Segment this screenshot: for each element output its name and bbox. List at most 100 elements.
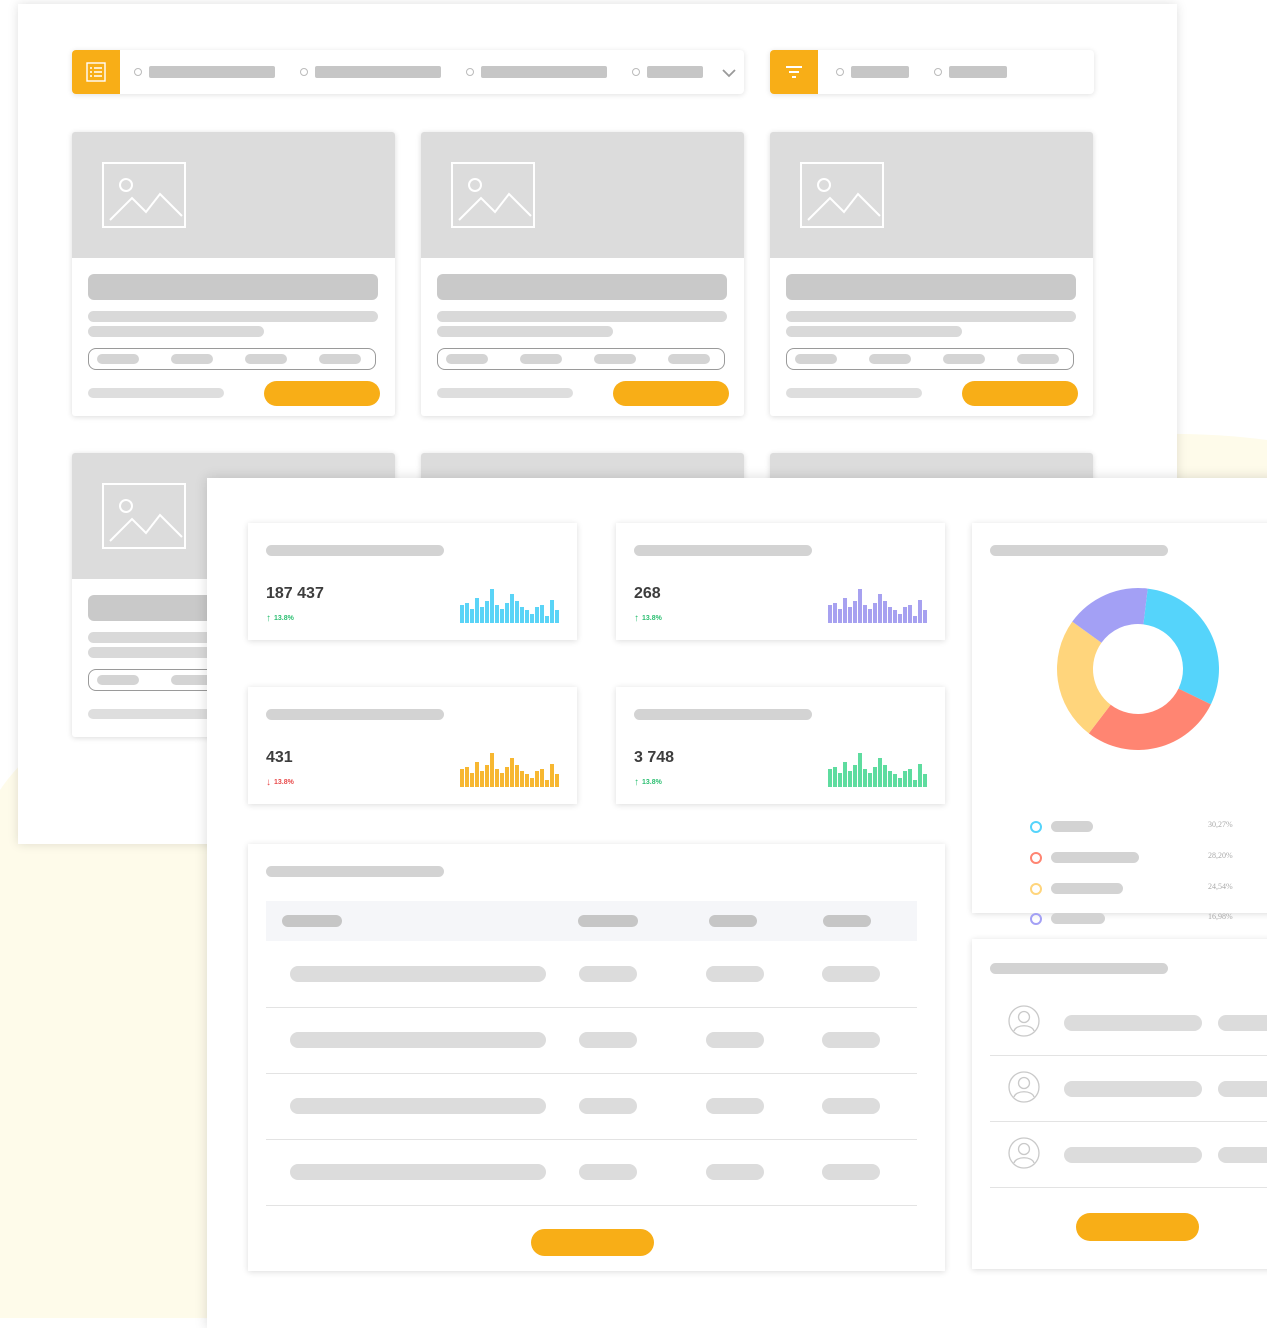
sparkline-bar	[853, 765, 857, 787]
product-card[interactable]	[72, 132, 395, 416]
donut-chart	[1057, 588, 1219, 750]
sort-option[interactable]	[466, 66, 607, 78]
sparkline-bar	[833, 603, 837, 623]
user-row[interactable]	[990, 1055, 1267, 1122]
filter-toolbar	[770, 50, 1094, 94]
sparkline-bar	[470, 773, 474, 787]
chevron-down-icon[interactable]	[722, 68, 736, 78]
product-description	[88, 311, 378, 322]
stat-delta: ↑ 13.8%	[634, 613, 662, 624]
product-title	[437, 274, 727, 300]
buy-button[interactable]	[962, 381, 1078, 406]
panel-title	[990, 545, 1168, 556]
sparkline-bar	[833, 767, 837, 787]
sort-option[interactable]	[300, 66, 441, 78]
table-row[interactable]	[266, 941, 917, 1008]
user-icon	[1008, 1071, 1040, 1103]
table-row[interactable]	[266, 1073, 917, 1140]
table-row[interactable]	[266, 1139, 917, 1206]
table-panel	[248, 844, 945, 1271]
dashboard-window: 187 437 ↑ 13.8% 268 ↑ 13.8% 431 ↓ 13.8% …	[207, 478, 1267, 1328]
stat-value: 3 748	[634, 749, 675, 766]
sparkline-bar	[898, 614, 902, 623]
legend-label	[1051, 883, 1123, 894]
sort-option[interactable]	[632, 66, 703, 78]
donut-slice	[1143, 588, 1219, 705]
sparkline-bar	[545, 780, 549, 787]
product-image	[770, 132, 1093, 258]
user-row[interactable]	[990, 1121, 1267, 1188]
column-header[interactable]	[282, 915, 342, 927]
legend-percent: 24,54%	[1208, 882, 1233, 891]
view-toolbar	[72, 50, 744, 94]
view-all-users-button[interactable]	[1076, 1213, 1199, 1241]
stat-value: 431	[266, 749, 293, 766]
product-price	[88, 709, 224, 719]
arrow-up-icon: ↑	[634, 613, 639, 624]
sparkline-bar	[475, 762, 479, 787]
product-specs	[786, 348, 1074, 370]
legend-item: 28,20%	[1030, 851, 1250, 865]
product-card[interactable]	[770, 132, 1093, 416]
sparkline-bar	[868, 773, 872, 787]
user-icon	[1008, 1137, 1040, 1169]
sparkline-bar	[465, 767, 469, 787]
stat-delta-value: 13.8%	[642, 615, 662, 622]
donut-slice	[1088, 688, 1211, 750]
product-price	[88, 388, 224, 398]
sparkline	[828, 753, 927, 787]
legend-percent: 30,27%	[1208, 820, 1233, 829]
sparkline-bar	[510, 758, 514, 787]
stat-card: 3 748 ↑ 13.8%	[616, 687, 945, 804]
sparkline-bar	[863, 605, 867, 623]
sort-option[interactable]	[134, 66, 275, 78]
legend-item: 30,27%	[1030, 820, 1250, 834]
filter-icon	[786, 66, 802, 78]
column-header[interactable]	[823, 915, 871, 927]
legend-item: 24,54%	[1030, 882, 1250, 896]
user-icon	[1008, 1005, 1040, 1037]
buy-button[interactable]	[264, 381, 380, 406]
sparkline-bar	[540, 769, 544, 787]
product-description	[437, 311, 727, 322]
product-description	[437, 326, 613, 337]
user-row[interactable]	[990, 989, 1267, 1056]
product-description	[786, 326, 962, 337]
stat-card: 431 ↓ 13.8%	[248, 687, 577, 804]
sparkline-bar	[555, 774, 559, 787]
view-mode-button[interactable]	[72, 50, 120, 94]
sparkline-bar	[500, 609, 504, 623]
product-description	[88, 326, 264, 337]
sparkline-bar	[470, 609, 474, 623]
table-row[interactable]	[266, 1007, 917, 1074]
filter-option[interactable]	[836, 66, 909, 78]
sparkline-bar	[550, 600, 554, 623]
column-header[interactable]	[578, 915, 638, 927]
sparkline-bar	[868, 609, 872, 623]
sparkline-bar	[465, 603, 469, 623]
legend-marker	[1030, 913, 1042, 925]
sparkline-bar	[883, 765, 887, 787]
filter-option[interactable]	[934, 66, 1007, 78]
arrow-up-icon: ↑	[634, 777, 639, 788]
sparkline-bar	[858, 753, 862, 787]
legend-marker	[1030, 852, 1042, 864]
view-all-button[interactable]	[531, 1229, 654, 1256]
filter-button[interactable]	[770, 50, 818, 94]
column-header[interactable]	[709, 915, 757, 927]
product-card[interactable]	[421, 132, 744, 416]
sparkline-bar	[908, 769, 912, 787]
sparkline-bar	[515, 765, 519, 787]
sparkline-bar	[520, 607, 524, 623]
buy-button[interactable]	[613, 381, 729, 406]
sparkline-bar	[853, 601, 857, 623]
sparkline-bar	[545, 616, 549, 623]
sparkline-bar	[480, 607, 484, 623]
stat-title	[634, 545, 812, 556]
sparkline-bar	[838, 773, 842, 787]
sparkline-bar	[908, 605, 912, 623]
stat-card: 268 ↑ 13.8%	[616, 523, 945, 640]
sparkline-bar	[923, 610, 927, 623]
product-specs	[88, 348, 376, 370]
sparkline-bar	[918, 764, 922, 787]
